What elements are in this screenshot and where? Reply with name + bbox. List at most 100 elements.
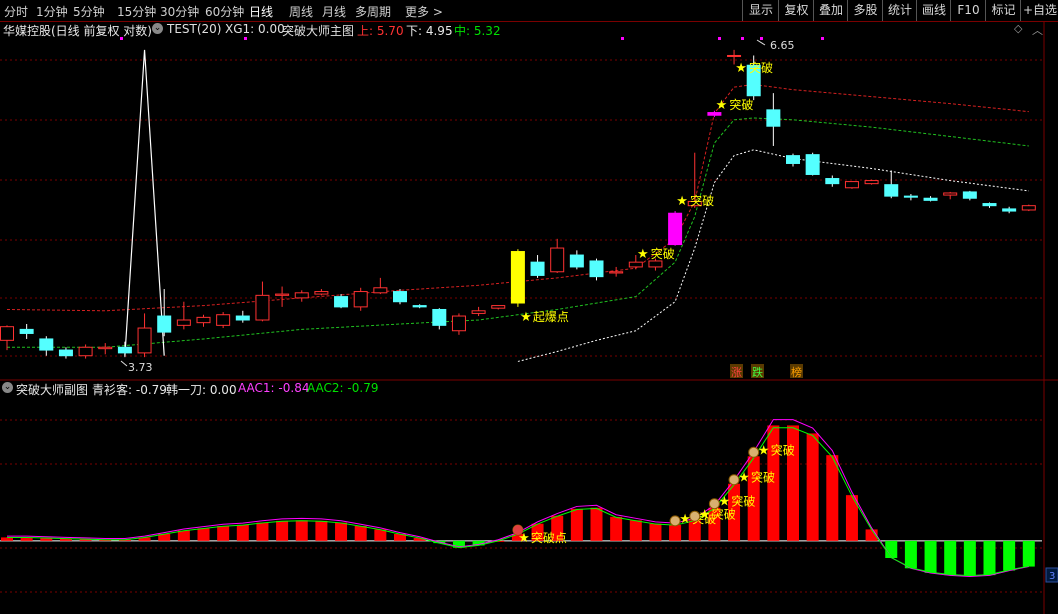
histogram-bar: [904, 540, 917, 569]
candle-body: [628, 261, 643, 268]
candle-body: [510, 251, 525, 304]
low-price-label: 3.73: [128, 361, 153, 374]
tupo-star: ★: [716, 98, 728, 113]
low-arrow: [120, 360, 128, 367]
tupo-star: ★: [735, 61, 747, 76]
spike-line: [124, 49, 165, 356]
tupo-dian-label: 突破点: [531, 530, 567, 545]
candle-body: [923, 197, 938, 201]
candle-body: [825, 178, 840, 185]
scroll-indicator-num: 3: [1049, 571, 1055, 582]
sub-tupo-star: ★: [738, 471, 750, 486]
candle-body: [864, 180, 879, 185]
candle-body: [393, 291, 407, 303]
histogram-bar: [335, 522, 348, 541]
histogram-bar: [315, 520, 328, 541]
candle-body: [648, 260, 663, 268]
candle-body: [903, 195, 918, 198]
histogram-bar: [276, 520, 289, 541]
qbd-star: ★: [520, 310, 532, 325]
candle-body: [943, 192, 958, 196]
candle-body: [117, 346, 132, 354]
die-tag: 跌: [752, 365, 763, 379]
candle-body: [334, 296, 349, 308]
top-dot: [741, 37, 744, 40]
sub-tupo-star: ★: [679, 512, 691, 527]
tupo-star: ★: [676, 194, 688, 209]
top-dot: [718, 37, 721, 40]
high-price-label: 6.65: [770, 39, 795, 52]
candle-body: [550, 247, 565, 273]
histogram-bar: [963, 540, 976, 577]
kline-chart[interactable]: 3.736.65★ 起爆点★ 突破★ 突破★ 突破★ 突破涨跌榜★ 突破点★ 突破★ 突破★ 突破…: [0, 0, 1058, 614]
candle-body: [432, 308, 447, 326]
candle-body: [982, 203, 997, 207]
candle-body: [157, 315, 172, 333]
tupo-star: ★: [637, 247, 649, 262]
candle-body: [98, 346, 113, 350]
top-dot: [821, 37, 824, 40]
histogram-bar: [845, 495, 858, 541]
histogram-bar: [629, 520, 642, 541]
histogram-bar: [1003, 540, 1016, 571]
histogram-bar: [806, 433, 819, 541]
tupo-dian-star: ★: [518, 531, 530, 546]
candle-body: [216, 314, 231, 326]
tupo-label: 突破: [690, 193, 714, 208]
histogram-bar: [649, 523, 662, 541]
histogram-bar: [197, 528, 210, 541]
candle-body: [1002, 208, 1017, 212]
candle-body: [255, 294, 270, 321]
candle-body: [176, 319, 191, 326]
histogram-bar: [924, 540, 937, 573]
candle-body: [0, 326, 14, 341]
histogram-bar: [177, 530, 190, 541]
tupo-label: 突破: [729, 97, 753, 112]
histogram-bar: [236, 524, 249, 541]
candle-body: [844, 181, 859, 189]
candle-body: [786, 155, 800, 164]
candle-body: [471, 310, 486, 314]
candle-body: [491, 305, 506, 309]
top-dot: [621, 37, 624, 40]
candle-body: [353, 291, 368, 308]
histogram-bar: [570, 508, 583, 541]
histogram-bar: [354, 526, 367, 541]
candle-body: [766, 109, 781, 127]
top-dot: [244, 37, 247, 40]
candle-body: [1021, 205, 1036, 211]
sub-tupo-star: ★: [699, 507, 711, 522]
histogram-bar: [983, 540, 996, 576]
candle-body: [196, 316, 211, 324]
histogram-bar: [1022, 540, 1035, 567]
histogram-bar: [885, 540, 898, 558]
histogram-bar: [944, 540, 957, 576]
candle-body: [412, 305, 427, 308]
bang-tag: 榜: [791, 365, 802, 379]
histogram-bar: [295, 520, 308, 541]
sub-tupo-label: 突破: [751, 470, 775, 485]
candle-body: [569, 254, 584, 268]
candle-body: [58, 349, 73, 357]
candle-body: [530, 261, 545, 276]
candle-body: [78, 346, 93, 357]
tupo-label: 突破: [749, 60, 773, 75]
candle-body: [451, 315, 466, 332]
candle-body: [39, 338, 54, 351]
histogram-bar: [217, 526, 230, 541]
qbd-label: 起爆点: [533, 310, 569, 324]
high-arrow: [756, 39, 766, 46]
candle-body: [589, 260, 604, 278]
candle-body: [962, 191, 977, 199]
middle-band-line: [7, 117, 1029, 348]
candle-body: [235, 315, 250, 321]
histogram-bar: [256, 522, 269, 541]
candle-body: [137, 327, 152, 354]
aac1-line: [7, 419, 1029, 578]
candle-body: [19, 328, 34, 334]
sub-tupo-star: ★: [758, 443, 770, 458]
histogram-bar: [610, 516, 623, 541]
candle-body: [884, 184, 899, 197]
candle-body: [373, 287, 388, 294]
zhang-tag: 涨: [731, 366, 742, 379]
